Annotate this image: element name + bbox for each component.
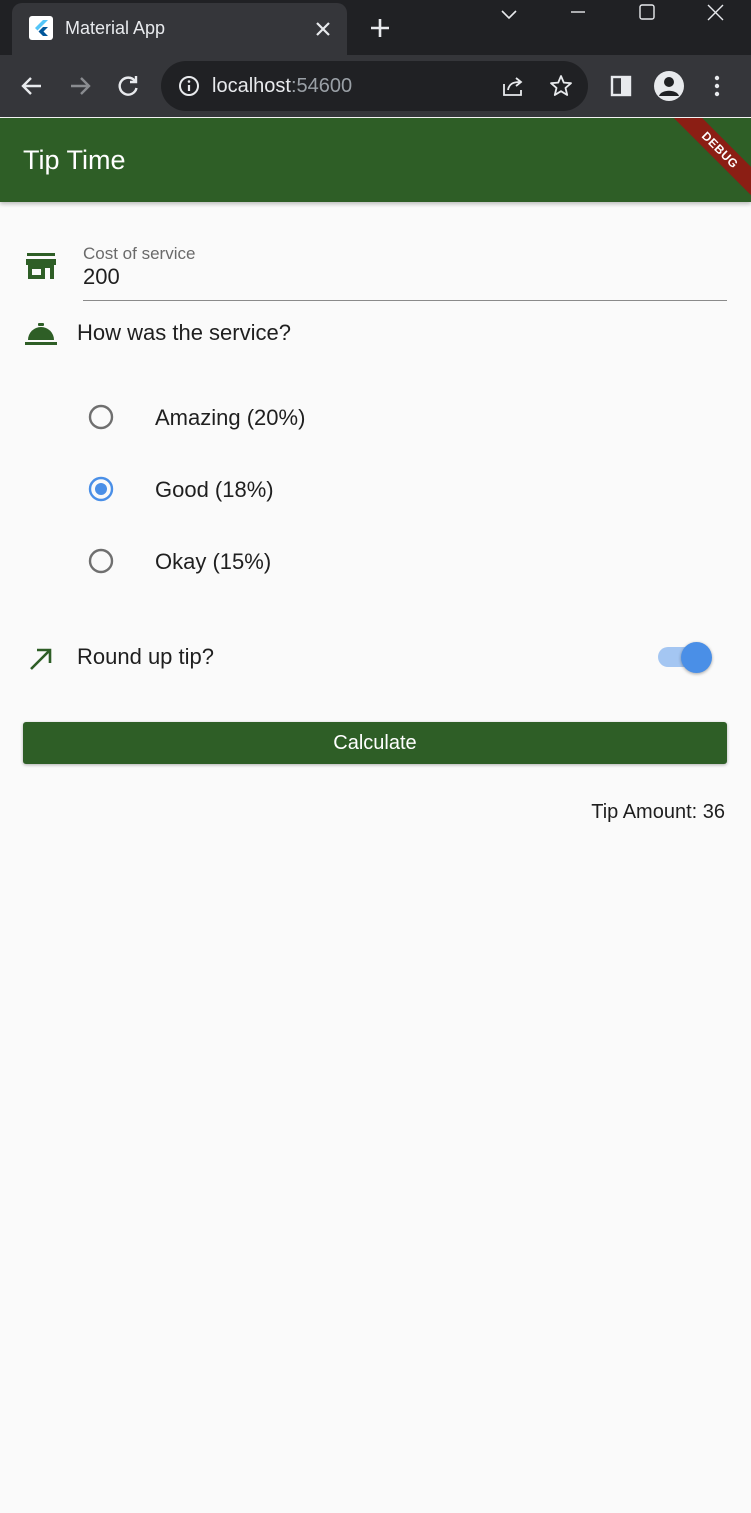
menu-dots-icon[interactable] [704,73,730,99]
tip-amount: Tip Amount: 36 [591,801,725,823]
cost-field-underline [83,300,727,301]
back-icon[interactable] [19,73,45,99]
calculate-button[interactable]: Calculate [23,722,727,764]
radio-okay[interactable] [88,548,114,574]
room-service-icon [25,323,57,345]
option-label-amazing[interactable]: Amazing (20%) [155,405,305,431]
forward-icon[interactable] [67,73,93,99]
minimize-icon[interactable] [566,2,590,26]
radio-amazing[interactable] [88,404,114,430]
person-icon [659,77,679,96]
browser-tab[interactable]: Material App [12,3,347,55]
app-bar: Tip Time DEBUG [0,118,751,202]
option-label-okay[interactable]: Okay (15%) [155,549,271,575]
store-icon [26,253,56,279]
maximize-icon[interactable] [635,2,659,26]
round-up-label: Round up tip? [77,644,214,669]
radio-good[interactable] [88,476,114,502]
tab-search-icon[interactable] [497,2,521,26]
window-close-icon[interactable] [704,2,728,26]
round-up-switch-thumb[interactable] [681,642,712,673]
share-icon[interactable] [500,73,526,99]
browser-tabstrip: Material App [0,0,751,55]
debug-banner: DEBUG [663,118,751,202]
tab-title: Material App [65,18,166,38]
url-port: :54600 [290,75,353,97]
tip-form: Cost of service 200 How was the service?… [0,202,751,1513]
page-title: Tip Time [23,145,126,175]
bookmark-star-icon[interactable] [548,73,574,99]
call-made-arrow-icon [30,648,52,670]
info-icon[interactable] [176,73,202,99]
new-tab-icon[interactable] [368,16,392,40]
option-label-good[interactable]: Good (18%) [155,477,274,503]
cost-of-service-input[interactable]: 200 [83,264,120,290]
side-panel-icon[interactable] [608,73,634,99]
service-question: How was the service? [77,320,291,345]
reload-icon[interactable] [115,73,141,99]
url-host: localhost [212,75,291,97]
flutter-icon [29,16,53,40]
profile-avatar-icon[interactable] [654,71,684,101]
url-text: localhost:54600 [212,75,352,98]
address-bar[interactable]: localhost:54600 [161,61,588,111]
browser-toolbar: localhost:54600 [0,55,751,117]
close-icon[interactable] [312,18,334,40]
cost-field-label: Cost of service [83,244,196,263]
